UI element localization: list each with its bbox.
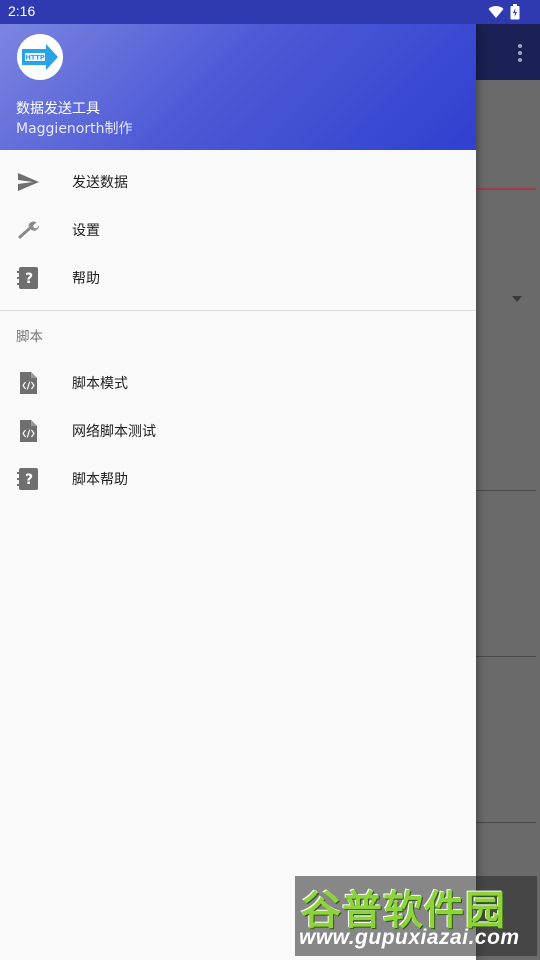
wifi-icon <box>488 4 504 24</box>
menu-item-send-data[interactable]: 发送数据 <box>0 158 476 206</box>
wrench-icon <box>16 218 40 242</box>
watermark: 谷普软件园 www.gupuxiazai.com <box>295 876 537 956</box>
status-time: 2:16 <box>8 3 36 19</box>
overflow-menu-icon <box>518 44 522 65</box>
navigation-drawer: HTTP 数据发送工具 Maggienorth制作 发送数据 设置 ? 帮助 脚… <box>0 24 476 960</box>
drawer-app-title: 数据发送工具 <box>16 101 100 117</box>
svg-text:?: ? <box>25 472 33 488</box>
menu-item-settings[interactable]: 设置 <box>0 206 476 254</box>
background-divider <box>476 490 536 491</box>
send-icon <box>16 170 40 194</box>
help-book-icon: ? <box>16 266 40 290</box>
menu-item-script-mode[interactable]: 脚本模式 <box>0 359 476 407</box>
menu-item-help[interactable]: ? 帮助 <box>0 254 476 302</box>
battery-icon <box>510 4 520 24</box>
background-divider <box>476 822 536 823</box>
menu-item-label: 帮助 <box>72 271 100 287</box>
drawer-app-subtitle: Maggienorth制作 <box>16 121 133 137</box>
code-file-icon <box>16 371 40 395</box>
background-dropdown-caret-icon <box>512 296 522 302</box>
background-input-underline <box>476 188 536 190</box>
background-divider <box>476 656 536 657</box>
svg-text:HTTP: HTTP <box>25 54 44 62</box>
menu-item-script-help[interactable]: ? 脚本帮助 <box>0 455 476 503</box>
status-icons <box>488 4 520 24</box>
svg-text:?: ? <box>25 271 33 287</box>
watermark-url: www.gupuxiazai.com <box>299 926 520 949</box>
drawer-menu: 发送数据 设置 ? 帮助 <box>0 150 476 302</box>
menu-item-network-script-test[interactable]: 网络脚本测试 <box>0 407 476 455</box>
menu-item-label: 网络脚本测试 <box>72 424 156 440</box>
menu-item-label: 设置 <box>72 223 100 239</box>
script-menu: 脚本模式 网络脚本测试 ? 脚本帮助 <box>0 359 476 503</box>
drawer-header: HTTP 数据发送工具 Maggienorth制作 <box>0 24 476 150</box>
help-book-icon: ? <box>16 467 40 491</box>
code-file-icon <box>16 419 40 443</box>
menu-item-label: 脚本帮助 <box>72 472 128 488</box>
menu-item-label: 脚本模式 <box>72 376 128 392</box>
http-arrow-logo-icon: HTTP <box>17 34 63 80</box>
section-header-script: 脚本 <box>16 329 43 345</box>
menu-item-label: 发送数据 <box>72 175 128 191</box>
status-bar: 2:16 <box>0 0 540 24</box>
